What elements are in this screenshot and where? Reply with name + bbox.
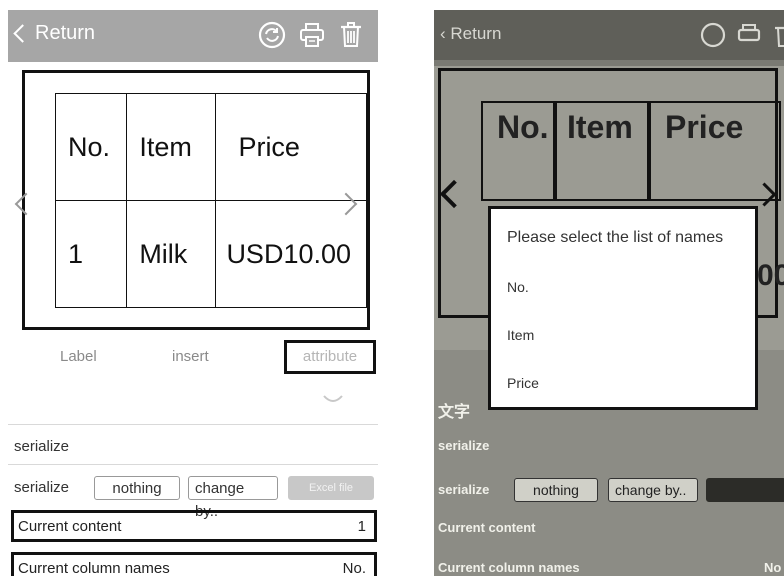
tab-bar: Label insert attribute [8, 340, 378, 380]
current-column-names-label: Current column names [18, 560, 170, 576]
tab-insert[interactable]: insert [172, 348, 209, 365]
serialize-label: serialize [14, 479, 70, 496]
change-by-button[interactable]: change by.. [188, 476, 278, 520]
change-by-button[interactable]: change by.. [608, 478, 698, 502]
print-icon[interactable] [736, 22, 762, 53]
current-content-value: 1 [357, 518, 366, 535]
table-header-cell: Item [567, 109, 633, 145]
dialog-option-no[interactable]: No. [507, 279, 529, 295]
table-header-cell: Price [665, 109, 744, 145]
partial-price: 00 [757, 259, 784, 292]
table-cell[interactable]: Milk [126, 200, 217, 308]
current-column-names-value: No [764, 560, 782, 575]
serialize-header: serialize [14, 438, 70, 455]
nothing-button[interactable]: nothing [514, 478, 598, 502]
rotate-icon[interactable] [322, 392, 344, 404]
top-bar: Return [8, 10, 378, 62]
trash-icon[interactable] [338, 21, 364, 49]
label-canvas[interactable]: No. Item Price 1 Milk USD10.00 [22, 70, 370, 330]
dialog-option-price[interactable]: Price [507, 375, 539, 391]
current-content-label: Current content [18, 518, 122, 535]
preview-table: No. Item Price 1 Milk USD10.00 [54, 93, 367, 308]
toolbar-icons [258, 21, 364, 49]
column-select-dialog: Please select the list of names No. Item… [488, 206, 758, 410]
tab-label[interactable]: Label [60, 348, 97, 365]
return-button[interactable]: ‹ Return [440, 24, 501, 44]
table-header-cell[interactable]: Item [126, 93, 217, 201]
serialize-header: serialize [438, 438, 490, 453]
return-label: Return [450, 24, 502, 43]
dialog-title: Please select the list of names [507, 229, 724, 246]
table-header-cell[interactable]: Price [215, 93, 367, 201]
excel-file-button[interactable]: Excel file [288, 476, 374, 500]
current-content-row[interactable]: Current content 1 [11, 510, 377, 542]
right-screen: ‹ Return No. Item Price 00 文字 serialize … [434, 10, 784, 576]
table-cell[interactable]: 1 [54, 200, 128, 308]
print-icon[interactable] [298, 21, 326, 49]
divider [8, 464, 378, 465]
return-button[interactable]: Return [13, 22, 96, 45]
trash-icon[interactable] [772, 22, 784, 53]
current-content-label: Current content [438, 520, 536, 535]
back-chevron-icon [13, 24, 32, 43]
dialog-option-item[interactable]: Item [507, 327, 534, 343]
table-header-cell[interactable]: No. [54, 93, 128, 201]
current-column-names-value: No. [342, 560, 366, 576]
current-column-names-row[interactable]: Current column names No. [11, 552, 377, 576]
sync-icon[interactable] [700, 22, 726, 53]
tab-attribute[interactable]: attribute [284, 340, 376, 374]
table-row: No. Item Price [54, 93, 367, 201]
divider [8, 424, 378, 425]
table-header-cell: No. [497, 109, 549, 145]
excel-file-button[interactable] [706, 478, 784, 502]
serialize-label: serialize [438, 482, 490, 497]
table-row: 1 Milk USD10.00 [54, 200, 367, 308]
text-label: 文字 [438, 404, 471, 421]
return-label: Return [35, 22, 96, 44]
sync-icon[interactable] [258, 21, 286, 49]
top-bar: ‹ Return [434, 10, 784, 60]
toolbar-icons [700, 22, 784, 53]
current-column-names-label: Current column names [438, 560, 580, 575]
nothing-button[interactable]: nothing [94, 476, 180, 500]
table-cell[interactable]: USD10.00 [215, 200, 367, 308]
left-screen: Return No. Item Price 1 Milk USD10.00 La… [8, 10, 378, 576]
